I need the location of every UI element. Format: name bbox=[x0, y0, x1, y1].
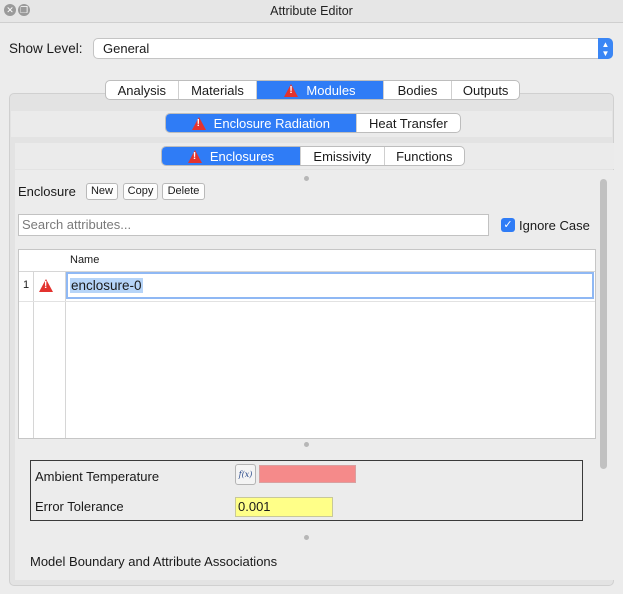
tab-label: Modules bbox=[306, 82, 356, 98]
tab-label: Emissivity bbox=[313, 148, 372, 164]
vertical-scrollbar[interactable] bbox=[598, 177, 609, 580]
associations-section-title: Model Boundary and Attribute Association… bbox=[30, 554, 278, 569]
ambient-temperature-input[interactable] bbox=[259, 465, 356, 483]
tab-bodies[interactable]: Bodies bbox=[384, 81, 453, 99]
tab-label: Enclosures bbox=[209, 148, 275, 164]
row-number: 1 bbox=[23, 279, 30, 291]
column-header-name[interactable]: Name bbox=[70, 254, 99, 266]
scrollbar-thumb[interactable] bbox=[600, 179, 607, 469]
splitter-handle[interactable] bbox=[304, 442, 309, 447]
tab-label: Functions bbox=[396, 148, 453, 164]
tab-heat-transfer[interactable]: Heat Transfer bbox=[357, 114, 460, 132]
warning-icon bbox=[284, 83, 299, 97]
warning-icon bbox=[39, 279, 53, 295]
error-tolerance-input[interactable]: 0.001 bbox=[235, 497, 333, 517]
copy-button[interactable]: Copy bbox=[123, 183, 158, 200]
name-cell-text: enclosure-0 bbox=[70, 278, 143, 293]
splitter-handle[interactable] bbox=[304, 535, 309, 540]
tab-modules[interactable]: Modules bbox=[257, 81, 384, 99]
main-tab-bar: Analysis Materials Modules Bodies Output… bbox=[105, 80, 520, 100]
attribute-items-box: Ambient Temperature f(x) Error Tolerance… bbox=[30, 460, 583, 521]
attributes-table: Name 1 enclosure-0 bbox=[18, 249, 596, 439]
module-tab-bar: Enclosure Radiation Heat Transfer bbox=[165, 113, 461, 133]
table-header: Name bbox=[19, 250, 595, 272]
new-button[interactable]: New bbox=[86, 183, 118, 200]
tab-label: Analysis bbox=[117, 82, 167, 98]
tab-label: Heat Transfer bbox=[368, 115, 448, 131]
warning-icon bbox=[187, 149, 202, 163]
splitter-handle[interactable] bbox=[304, 176, 309, 181]
tab-functions[interactable]: Functions bbox=[385, 147, 464, 165]
warning-icon bbox=[191, 116, 206, 130]
tab-label: Bodies bbox=[397, 82, 438, 98]
ignore-case-checkbox[interactable]: ✓ bbox=[501, 218, 515, 232]
delete-button[interactable]: Delete bbox=[162, 183, 205, 200]
tab-label: Enclosure Radiation bbox=[213, 115, 331, 131]
tab-enclosures[interactable]: Enclosures bbox=[162, 147, 302, 165]
window-title: Attribute Editor bbox=[270, 4, 353, 18]
tab-emissivity[interactable]: Emissivity bbox=[301, 147, 385, 165]
name-cell-editor[interactable]: enclosure-0 bbox=[66, 272, 594, 299]
title-bar: ✕ ❐ Attribute Editor bbox=[0, 0, 623, 23]
show-level-value: General bbox=[103, 41, 150, 56]
table-row[interactable]: 1 enclosure-0 bbox=[19, 271, 595, 302]
ambient-temperature-label: Ambient Temperature bbox=[35, 469, 160, 484]
show-level-select[interactable]: General ▲ ▼ bbox=[93, 38, 613, 59]
ignore-case-label: Ignore Case bbox=[519, 218, 590, 233]
enclosure-label: Enclosure bbox=[18, 184, 76, 199]
tab-enclosure-radiation[interactable]: Enclosure Radiation bbox=[166, 114, 357, 132]
sub-tab-bar: Enclosures Emissivity Functions bbox=[161, 146, 465, 166]
tab-materials[interactable]: Materials bbox=[179, 81, 258, 99]
show-level-label: Show Level: bbox=[9, 41, 83, 56]
tab-label: Materials bbox=[191, 82, 244, 98]
tab-analysis[interactable]: Analysis bbox=[106, 81, 179, 99]
tab-outputs[interactable]: Outputs bbox=[452, 81, 519, 99]
tab-label: Outputs bbox=[462, 82, 509, 98]
expression-function-button[interactable]: f(x) bbox=[235, 464, 256, 485]
error-tolerance-label: Error Tolerance bbox=[35, 499, 124, 514]
select-chevron-icon[interactable]: ▲ ▼ bbox=[598, 38, 613, 59]
search-input[interactable]: Search attributes... bbox=[18, 214, 489, 236]
